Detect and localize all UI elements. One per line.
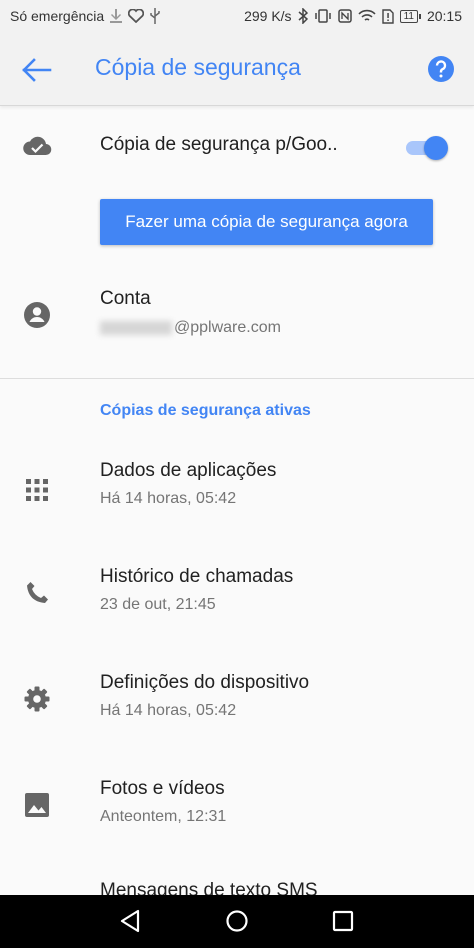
wifi-icon <box>357 9 376 21</box>
vibrate-icon <box>314 9 331 23</box>
cloud-done-icon <box>23 136 52 156</box>
account-email-domain: @pplware.com <box>174 319 281 336</box>
account-circle-icon <box>24 302 50 328</box>
status-bar-left: Só emergência <box>10 8 160 24</box>
account-email: @pplware.com <box>100 319 281 337</box>
clock: 20:15 <box>426 8 462 24</box>
apps-grid-icon <box>26 479 48 501</box>
list-item-title: Mensagens de texto SMS <box>100 880 318 895</box>
system-navigation-bar <box>0 895 474 948</box>
app-bar: Cópia de segurança <box>0 33 474 106</box>
list-item-subtitle: Anteontem, 12:31 <box>100 808 227 825</box>
account-title: Conta <box>100 288 151 309</box>
photo-icon <box>25 793 49 817</box>
toggle-thumb <box>424 136 448 160</box>
settings-gear-icon <box>24 686 50 712</box>
phone-icon <box>27 582 48 603</box>
nav-home-icon[interactable] <box>224 908 250 934</box>
active-backups-header: Cópias de segurança ativas <box>100 402 311 419</box>
no-sim-icon <box>381 8 394 24</box>
nfc-icon <box>337 9 352 23</box>
section-divider <box>0 378 474 379</box>
battery-indicator: 11 <box>399 9 421 23</box>
list-item-title: Histórico de chamadas <box>100 566 294 587</box>
google-backup-row[interactable]: Cópia de segurança p/Goo.. <box>0 105 474 185</box>
list-item-title: Definições do dispositivo <box>100 672 310 693</box>
nav-back-icon[interactable] <box>118 908 144 934</box>
back-arrow-icon[interactable] <box>20 55 54 85</box>
carrier-text: Só emergência <box>10 8 105 24</box>
help-icon[interactable] <box>427 55 455 83</box>
account-row[interactable]: Conta @pplware.com <box>0 270 474 360</box>
status-bar-right: 299 K/s 11 20:15 <box>244 8 462 24</box>
list-item-title: Fotos e vídeos <box>100 778 225 799</box>
list-item-subtitle: Há 14 horas, 05:42 <box>100 490 237 507</box>
list-item-app-data[interactable]: Dados de aplicações Há 14 horas, 05:42 <box>0 440 474 545</box>
backup-toggle[interactable] <box>406 136 448 160</box>
list-item-call-history[interactable]: Histórico de chamadas 23 de out, 21:45 <box>0 546 474 651</box>
list-item-photos-videos[interactable]: Fotos e vídeos Anteontem, 12:31 <box>0 758 474 863</box>
google-backup-label: Cópia de segurança p/Goo.. <box>100 134 338 155</box>
list-item-device-settings[interactable]: Definições do dispositivo Há 14 horas, 0… <box>0 652 474 757</box>
backup-now-button[interactable]: Fazer uma cópia de segurança agora <box>100 199 433 245</box>
heart-icon <box>128 9 145 23</box>
network-speed: 299 K/s <box>244 8 292 24</box>
list-item-subtitle: 23 de out, 21:45 <box>100 596 216 613</box>
list-item-subtitle: Há 14 horas, 05:42 <box>100 702 237 719</box>
download-icon <box>110 9 123 23</box>
status-bar: Só emergência 299 K/s 11 20:15 <box>0 0 474 33</box>
email-redacted <box>100 320 172 335</box>
battery-level: 11 <box>399 9 418 23</box>
bluetooth-icon <box>298 8 308 24</box>
nav-recents-icon[interactable] <box>330 908 356 934</box>
list-item-sms[interactable]: Mensagens de texto SMS <box>0 863 474 895</box>
page-title: Cópia de segurança <box>95 54 301 80</box>
usb-icon <box>150 8 160 24</box>
list-item-title: Dados de aplicações <box>100 460 277 481</box>
